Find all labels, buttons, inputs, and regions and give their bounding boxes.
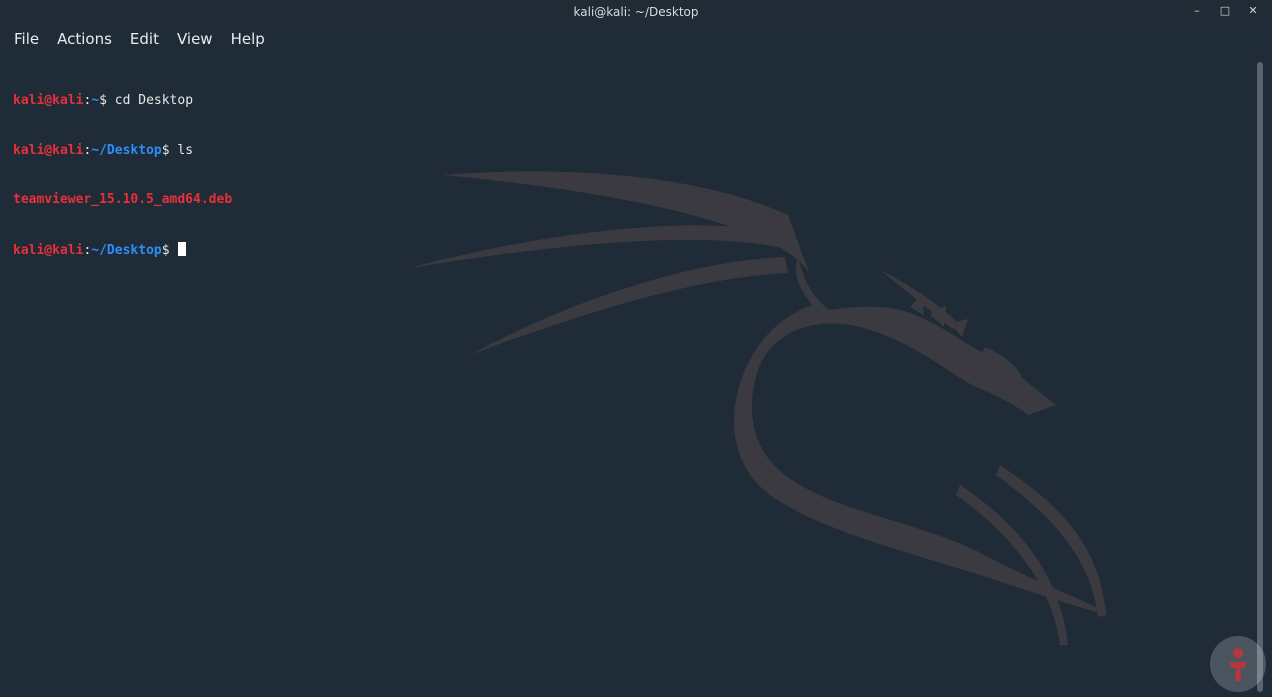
prompt-user: kali@kali: [13, 142, 84, 158]
terminal-output[interactable]: kali@kali:~$ cd Desktop kali@kali:~/Desk…: [13, 60, 1243, 690]
close-button[interactable]: ✕: [1246, 4, 1260, 18]
menu-edit[interactable]: Edit: [122, 28, 167, 50]
prompt-path: ~: [91, 93, 100, 108]
terminal-line: kali@kali:~$ cd Desktop: [13, 93, 1243, 110]
window-titlebar[interactable]: kali@kali: ~/Desktop – □ ✕: [0, 0, 1272, 24]
terminal-line: teamviewer_15.10.5_amd64.deb: [13, 192, 1243, 209]
prompt-symbol: $: [161, 242, 178, 258]
terminal-line: kali@kali:~/Desktop$ ls: [13, 143, 1243, 160]
vertical-scrollbar[interactable]: [1257, 62, 1265, 692]
window-controls: – □ ✕: [1190, 4, 1260, 18]
prompt-user: kali@kali: [13, 242, 84, 258]
text-cursor: [178, 241, 187, 256]
menu-bar: File Actions Edit View Help: [0, 26, 1272, 52]
minimize-button[interactable]: –: [1190, 4, 1204, 18]
prompt-symbol: $: [99, 93, 115, 108]
maximize-button[interactable]: □: [1218, 4, 1232, 18]
command-text: cd Desktop: [114, 93, 194, 108]
menu-help[interactable]: Help: [223, 28, 273, 50]
prompt-path: ~/Desktop: [91, 242, 162, 258]
file-listing-entry: teamviewer_15.10.5_amd64.deb: [13, 192, 233, 207]
watermark-logo-icon: [1210, 636, 1266, 692]
terminal-line: kali@kali:~/Desktop$: [13, 241, 1243, 259]
command-text: ls: [177, 142, 194, 158]
window-title: kali@kali: ~/Desktop: [573, 5, 699, 19]
scrollbar-thumb[interactable]: [1257, 62, 1263, 692]
menu-view[interactable]: View: [169, 28, 221, 50]
menu-file[interactable]: File: [6, 28, 47, 50]
prompt-symbol: $: [161, 142, 178, 158]
person-icon: [1229, 648, 1247, 681]
menu-actions[interactable]: Actions: [49, 28, 120, 50]
prompt-user: kali@kali: [13, 93, 84, 108]
prompt-path: ~/Desktop: [91, 142, 162, 158]
